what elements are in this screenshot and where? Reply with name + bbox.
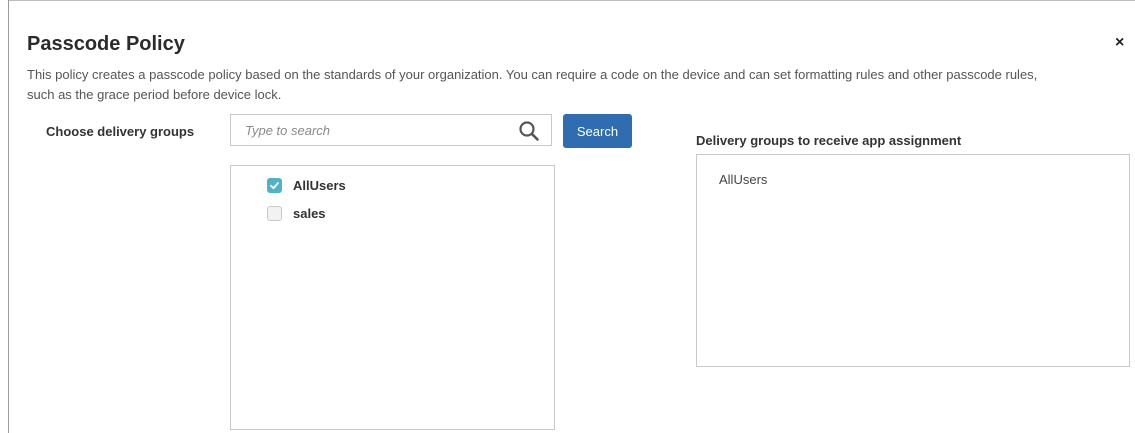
list-item-allusers[interactable]: AllUsers (267, 176, 346, 194)
search-field[interactable] (230, 114, 552, 146)
search-button[interactable]: Search (563, 114, 632, 148)
search-icon[interactable] (517, 119, 541, 143)
page-title: Passcode Policy (27, 33, 185, 55)
check-icon (270, 181, 279, 189)
checkbox-unchecked[interactable] (267, 205, 282, 221)
group-label: sales (293, 205, 326, 221)
choose-delivery-groups-label: Choose delivery groups (46, 124, 195, 139)
group-label: AllUsers (293, 177, 346, 193)
delivery-group-list: AllUsers sales (230, 165, 555, 430)
assignment-groups-list: AllUsers (696, 154, 1130, 367)
dialog-left-border (8, 0, 9, 433)
list-item: AllUsers (719, 172, 768, 187)
list-item-sales[interactable]: sales (267, 204, 326, 222)
assignment-groups-label: Delivery groups to receive app assignmen… (696, 133, 962, 148)
search-input[interactable] (231, 115, 511, 145)
checkbox-checked[interactable] (267, 177, 282, 193)
close-icon[interactable]: × (1115, 34, 1124, 52)
dialog-top-border (8, 0, 1135, 1)
policy-description: This policy creates a passcode policy ba… (27, 67, 1038, 102)
